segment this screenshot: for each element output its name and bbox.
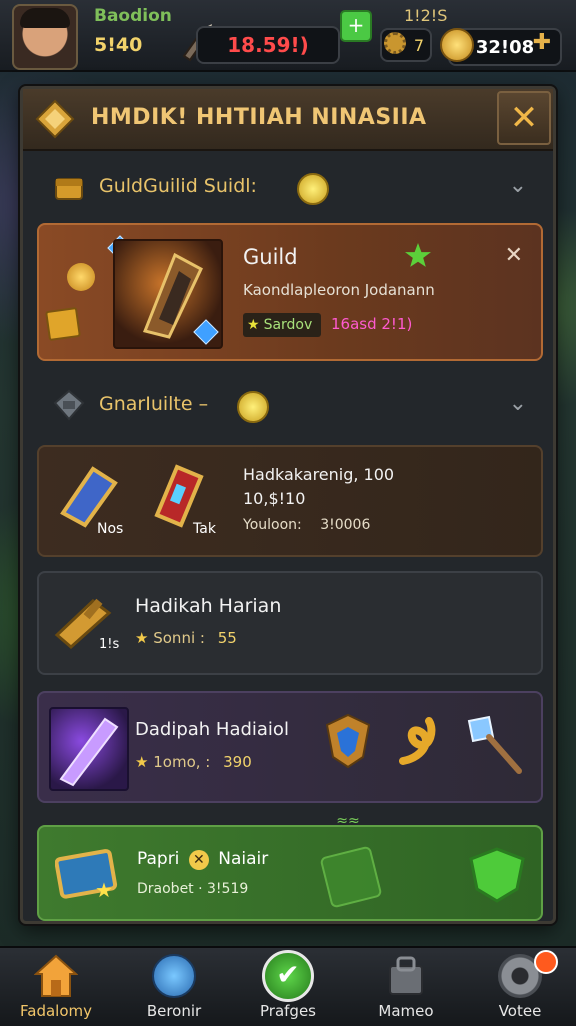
star-icon: ★ (247, 317, 260, 333)
green-tag: ★ Sardov (243, 313, 321, 337)
papri-title-row: Papri ✕ Naiair (137, 849, 268, 870)
top-small-value: 1!2!S (404, 6, 448, 25)
nav-label: Prafges (260, 1002, 316, 1020)
green-tag-label: Sardov (263, 317, 313, 333)
gold-badge-icon (237, 391, 269, 423)
item-label: 1!s (99, 637, 120, 652)
gear-icon (384, 32, 406, 54)
stat-label: 1omo, : (153, 753, 211, 771)
dismiss-icon[interactable]: ✕ (505, 243, 523, 268)
hadkakarenig-stat: Youloon: 3!0006 (243, 517, 370, 533)
player-level: 5!40 (94, 34, 143, 56)
section-header-gnarluilte[interactable]: GnarIuilte – ⌄ (39, 383, 539, 429)
dadipah-card[interactable]: Dadipah Hadiaiol ★ 1omo, : 390 (37, 691, 543, 803)
papri-line2: Draobet · 3!519 (137, 881, 249, 897)
crate-icon (53, 389, 85, 421)
deco-ribbon-icon: ≈≈ (336, 813, 360, 829)
close-circle-icon: ✕ (188, 850, 209, 870)
check-icon: ✔ (262, 950, 314, 1002)
add-coins-icon[interactable]: ✚ (532, 32, 552, 54)
coin-icon (440, 28, 474, 62)
dadipah-stat: ★ 1omo, : 390 (135, 753, 252, 771)
stat-label: Sonni : (153, 629, 205, 647)
guild-panel: HMDIK! HHTIIAH NINASIIA ✕ GuldGuilid Sui… (20, 86, 556, 924)
treasure-chest-icon (55, 178, 83, 200)
hadikah-title: Hadikah Harian (135, 595, 282, 617)
stat-value: 390 (223, 753, 252, 771)
panel-title: HMDIK! HHTIIAH NINASIIA (91, 105, 427, 130)
nav-label: Fadalomy (20, 1002, 92, 1020)
green-shield-icon (469, 847, 525, 903)
shop-icon (389, 956, 423, 995)
close-button[interactable]: ✕ (497, 91, 551, 145)
blue-chest-icon: ★ (55, 849, 118, 901)
crystal-sword-image (49, 707, 129, 791)
crystal-wand-icon (467, 715, 522, 774)
section-header-guild[interactable]: GuldGuilid Suidl: ⌄ (39, 165, 539, 211)
search-creature-icon (152, 954, 196, 998)
nav-label: Beronir (146, 1002, 202, 1020)
top-bar: Baodion 5!40 18.59!) + 1!2!S 7 32!08 ✚ (0, 0, 576, 72)
coin-icon (67, 263, 95, 291)
section-title: GnarIuilte – (99, 393, 209, 415)
emblem-icon (35, 99, 75, 139)
nav-item-beronir[interactable]: Beronir (124, 948, 224, 1026)
hadikah-card[interactable]: 1!s Hadikah Harian ★ Sonni : 55 (37, 571, 543, 675)
avatar[interactable] (12, 4, 78, 70)
guild-card[interactable]: Guild ✕ Kaondlapleoron Jodanann ★ Sardov… (37, 223, 543, 361)
nav-label: Votee (498, 1002, 542, 1020)
item-label: Nos (97, 521, 124, 537)
stat-value: 3!0006 (320, 517, 371, 533)
add-gem-icon[interactable]: + (340, 10, 372, 42)
star-icon: ★ (135, 753, 149, 771)
nav-item-prafges[interactable]: ✔ Prafges (238, 948, 338, 1026)
player-name: Baodion (94, 6, 172, 26)
gold-swirl-icon (399, 717, 436, 765)
chevron-down-icon[interactable]: ⌄ (509, 173, 527, 198)
gold-badge-icon (297, 173, 329, 205)
hadikah-stat: ★ Sonni : 55 (135, 629, 237, 647)
svg-text:★: ★ (95, 878, 113, 901)
nav-item-home[interactable]: Fadalomy (6, 948, 106, 1026)
stat-label: Youloon: (243, 517, 302, 533)
energy-counter: 18.59!) (196, 26, 340, 64)
chevron-down-icon[interactable]: ⌄ (509, 391, 527, 416)
home-icon (34, 954, 78, 997)
dadipah-title: Dadipah Hadiaiol (135, 719, 289, 740)
pink-value: 16asd 2!1) (331, 315, 413, 333)
hadkakarenig-title: Hadkakarenig, 100 (243, 465, 395, 484)
item-label: Tak (193, 521, 216, 537)
hadkakarenig-line2: 10,$!10 (243, 489, 306, 508)
nav-label: Mameo (378, 1002, 434, 1020)
papri-title: Papri (137, 849, 180, 869)
gold-cube-icon (45, 306, 81, 342)
section-title: GuldGuilid Suidl: (99, 175, 257, 197)
green-star-icon (405, 243, 431, 267)
green-crystal-icon (319, 845, 383, 909)
notification-badge (534, 950, 558, 974)
guild-card-title: Guild (243, 245, 298, 269)
shield-icon (325, 713, 371, 769)
hadkakarenig-card[interactable]: Nos Tak Hadkakarenig, 100 10,$!10 Youloo… (37, 445, 543, 557)
nav-item-votee[interactable]: Votee (470, 948, 570, 1026)
guild-card-subtitle: Kaondlapleoron Jodanann (243, 281, 435, 299)
papri-title-2: Naiair (218, 849, 269, 869)
stat-value: 55 (217, 629, 237, 647)
nav-item-mameo[interactable]: Mameo (356, 948, 456, 1026)
bottom-nav: Fadalomy Beronir ✔ Prafges Mameo Votee (0, 946, 576, 1026)
red-scroll-icon (154, 464, 204, 528)
panel-header: HMDIK! HHTIIAH NINASIIA ✕ (23, 89, 553, 151)
star-icon: ★ (135, 629, 149, 647)
papri-card[interactable]: ≈≈ ★ Papri ✕ Naiair Draobet · 3!519 (37, 813, 543, 921)
